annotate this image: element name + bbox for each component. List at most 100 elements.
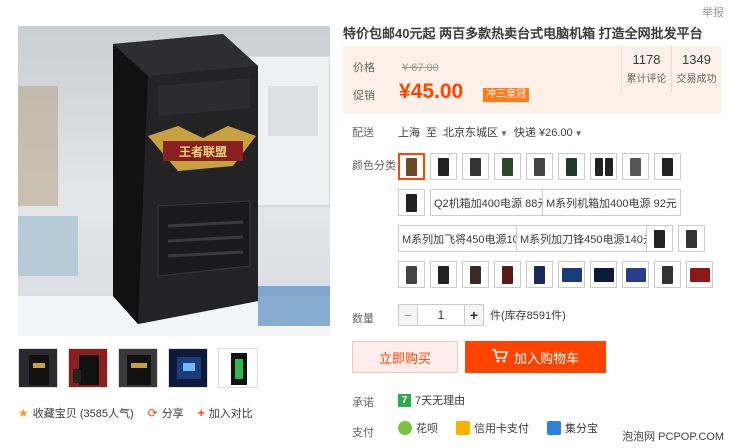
- buy-now-button[interactable]: 立即购买: [352, 341, 458, 373]
- color-option[interactable]: [622, 153, 649, 180]
- cart-icon: [491, 348, 509, 366]
- increase-button[interactable]: +: [464, 304, 484, 326]
- color-option[interactable]: Q2机箱加400电源 88元: [430, 189, 553, 216]
- review-count: 1178: [632, 52, 661, 67]
- decrease-button[interactable]: −: [398, 304, 418, 326]
- color-option[interactable]: [654, 153, 681, 180]
- ship-from: 上海: [398, 127, 420, 139]
- payment-method-label: 信用卡支付: [474, 423, 529, 435]
- watermark: 泡泡网 PCPOP.COM: [622, 431, 724, 443]
- color-option[interactable]: [398, 189, 425, 216]
- payment-method-jifenbao[interactable]: 集分宝: [547, 420, 598, 436]
- color-option-label: Q2机箱加400电源 88元: [434, 197, 549, 210]
- color-label: 颜色分类: [352, 160, 396, 172]
- compare-button[interactable]: + 加入对比: [198, 405, 253, 421]
- promo-label: 促销: [353, 90, 375, 102]
- huabei-icon: [398, 421, 412, 435]
- promise-text: 7天无理由: [415, 395, 466, 407]
- shipping-method: 快递: [513, 127, 536, 139]
- thumbnail[interactable]: [118, 348, 158, 388]
- color-option[interactable]: [622, 261, 649, 288]
- color-option[interactable]: [558, 153, 585, 180]
- price-row: 价格 ¥ 67.00: [353, 59, 439, 75]
- plus-icon: +: [197, 406, 205, 420]
- shipping-fee: ¥26.00: [538, 127, 573, 139]
- product-title: 特价包邮40元起 两百多款热卖台式电脑机箱 打造全网批发平台: [343, 26, 703, 41]
- shipping-method-select[interactable]: 快递 ¥26.00 ▼: [514, 124, 583, 140]
- case-logo-text: 王者联盟: [179, 144, 227, 159]
- color-option[interactable]: [590, 261, 617, 288]
- report-link[interactable]: 举报: [702, 4, 724, 20]
- color-option[interactable]: [462, 153, 489, 180]
- review-count-stat[interactable]: 1178 累计评论: [621, 46, 671, 92]
- color-option[interactable]: M系列机箱加400电源 92元: [542, 189, 681, 216]
- share-icon: ⟳: [147, 406, 158, 420]
- price-label: 价格: [353, 62, 375, 74]
- credit-card-icon: [456, 421, 470, 435]
- color-option[interactable]: [430, 261, 457, 288]
- color-option-label: M系列机箱加400电源 92元: [546, 197, 677, 210]
- color-option[interactable]: M系列加刀锋450电源140元: [516, 225, 658, 252]
- share-button[interactable]: ⟳ 分享: [148, 405, 184, 421]
- favorite-label: 收藏宝贝 (3585人气): [32, 408, 134, 420]
- sales-stats: 1178 累计评论 1349 交易成功: [621, 46, 721, 92]
- original-price: ¥ 67.00: [402, 62, 439, 74]
- payment-method-huabei[interactable]: 花呗: [398, 420, 438, 436]
- color-option[interactable]: [686, 261, 713, 288]
- promo-row: 促销: [353, 87, 399, 103]
- promo-badge: 冲三皇冠: [483, 88, 529, 102]
- payment-method-credit-card[interactable]: 信用卡支付: [456, 420, 529, 436]
- destination-value: 北京东城区: [443, 127, 498, 139]
- delivery-row: 配送 上海 至 北京东城区 ▼ 快递 ¥26.00 ▼: [352, 124, 589, 140]
- quantity-label: 数量: [352, 313, 374, 325]
- destination-select[interactable]: 北京东城区 ▼: [443, 124, 508, 140]
- stock-count: 件(库存8591件): [490, 310, 566, 322]
- color-option[interactable]: [558, 261, 585, 288]
- color-option[interactable]: [678, 225, 705, 252]
- sales-count: 1349: [682, 52, 711, 67]
- color-option[interactable]: [462, 261, 489, 288]
- quantity-stepper: − 1 + 件(库存8591件): [398, 304, 566, 326]
- color-option[interactable]: [526, 261, 553, 288]
- payment-method-label: 花呗: [416, 423, 438, 435]
- thumbnail[interactable]: [168, 348, 208, 388]
- color-option[interactable]: [590, 153, 617, 180]
- review-count-label: 累计评论: [626, 74, 667, 85]
- quantity-input[interactable]: 1: [418, 304, 464, 326]
- price-panel: 价格 ¥ 67.00 促销 ¥45.00 冲三皇冠 1178 累计评论 1349…: [343, 46, 721, 114]
- payment-label: 支付: [352, 427, 374, 439]
- color-option[interactable]: [646, 225, 673, 252]
- thumbnail-strip: [18, 348, 258, 388]
- thumbnail[interactable]: [68, 348, 108, 388]
- chevron-down-icon: ▼: [574, 129, 583, 138]
- chevron-down-icon: ▼: [500, 129, 508, 138]
- add-to-cart-label: 加入购物车: [513, 350, 579, 366]
- promise-item[interactable]: 7 7天无理由: [398, 392, 465, 408]
- color-option[interactable]: [654, 261, 681, 288]
- seven-day-icon: 7: [398, 393, 411, 407]
- color-option[interactable]: [398, 261, 425, 288]
- promo-price: ¥45.00: [399, 80, 464, 103]
- color-option[interactable]: [494, 153, 521, 180]
- color-option[interactable]: [494, 261, 521, 288]
- payment-method-label: 集分宝: [565, 423, 598, 435]
- thumbnail[interactable]: [18, 348, 58, 388]
- color-option-label: M系列加刀锋450电源140元: [520, 233, 654, 246]
- compare-label: 加入对比: [208, 408, 253, 420]
- color-option[interactable]: [526, 153, 553, 180]
- main-product-image: 王者联盟: [18, 26, 330, 336]
- promise-label: 承诺: [352, 397, 374, 409]
- color-option[interactable]: [398, 153, 425, 180]
- color-option[interactable]: [430, 153, 457, 180]
- sales-count-stat[interactable]: 1349 交易成功: [671, 46, 721, 92]
- delivery-label: 配送: [352, 127, 374, 139]
- star-icon: ★: [18, 406, 29, 420]
- favorite-button[interactable]: ★ 收藏宝贝 (3585人气): [18, 405, 134, 421]
- thumbnail[interactable]: [218, 348, 258, 388]
- ship-to-word: 至: [426, 127, 437, 139]
- color-option-label: M系列加飞将450电源100: [402, 233, 525, 246]
- share-label: 分享: [161, 408, 184, 420]
- jifenbao-icon: [547, 421, 561, 435]
- color-option[interactable]: M系列加飞将450电源100: [398, 225, 529, 252]
- add-to-cart-button[interactable]: 加入购物车: [465, 341, 606, 373]
